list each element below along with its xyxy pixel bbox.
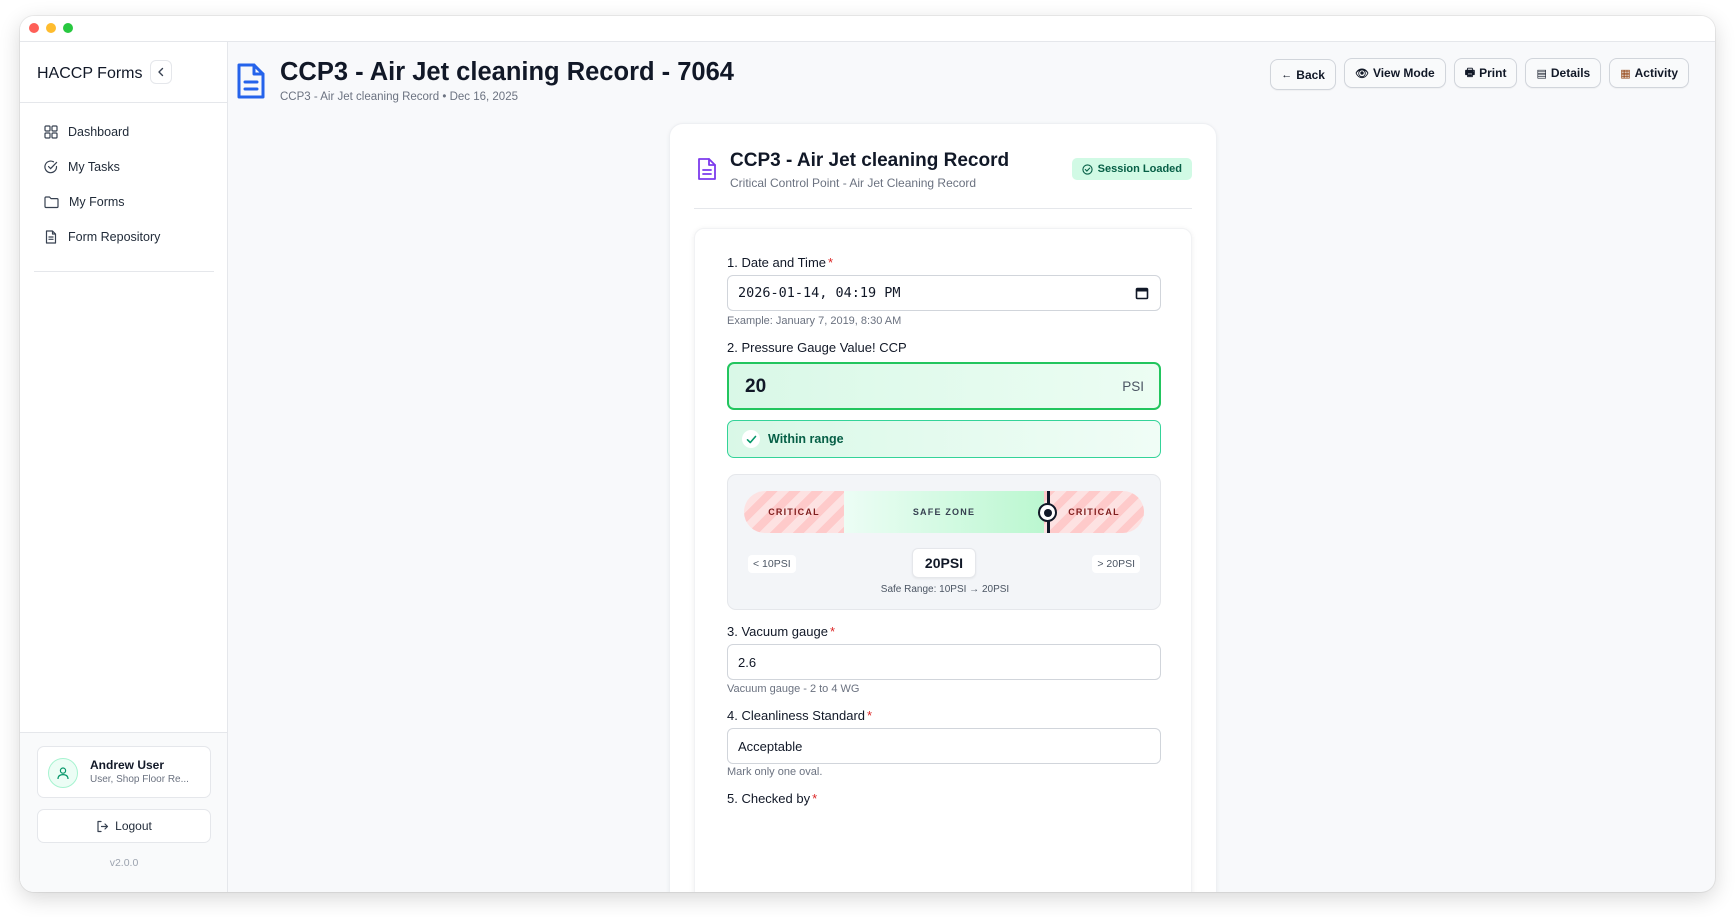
user-icon: [57, 767, 69, 780]
sidebar-item-form-repository[interactable]: Form Repository: [34, 219, 214, 254]
sidebar: HACCP Forms Dashboard My Tasks My Forms …: [20, 42, 228, 892]
app-version: v2.0.0: [109, 857, 139, 869]
sidebar-item-label: Form Repository: [68, 229, 161, 244]
sidebar-item-label: My Tasks: [68, 159, 120, 174]
grid-icon: [44, 124, 58, 139]
form-fields-panel: 1. Date and Time * 2026-01-14, 04:19 PM E…: [694, 228, 1192, 892]
document-icon: [236, 62, 266, 105]
collapse-sidebar-button[interactable]: [150, 60, 172, 84]
page-title: CCP3 - Air Jet cleaning Record - 7064: [280, 58, 734, 86]
check-icon: [742, 430, 760, 448]
pressure-input[interactable]: 20 PSI: [727, 362, 1161, 410]
question-label-date-time: 1. Date and Time *: [727, 255, 834, 270]
range-status-banner: Within range: [727, 420, 1161, 458]
details-button[interactable]: ▤ Details: [1525, 58, 1602, 88]
app-window: HACCP Forms Dashboard My Tasks My Forms …: [20, 16, 1715, 892]
minimize-window-icon[interactable]: [46, 23, 56, 33]
pressure-value: 20: [745, 376, 767, 397]
vacuum-gauge-input[interactable]: 2.6: [727, 644, 1161, 680]
form-card: CCP3 - Air Jet cleaning Record Critical …: [669, 123, 1217, 892]
gauge-min-label: < 10PSI: [748, 555, 796, 573]
sidebar-divider: [20, 102, 227, 103]
eye-icon: 👁: [1354, 67, 1369, 80]
gauge-current-value: 20PSI: [912, 548, 976, 578]
sidebar-item-dashboard[interactable]: Dashboard: [34, 114, 214, 149]
print-button[interactable]: 🖶 Print: [1453, 58, 1518, 88]
sidebar-footer: Andrew User User, Shop Floor Re... Logou…: [20, 732, 227, 892]
window-titlebar: [20, 16, 1715, 42]
activity-icon: ▦: [1620, 67, 1631, 80]
safe-zone: SAFE ZONE: [844, 491, 1044, 533]
sidebar-item-label: Dashboard: [68, 124, 130, 139]
user-name: Andrew User: [90, 758, 165, 772]
gauge-safe-range: Safe Range: 10PSI → 20PSI: [880, 584, 1010, 595]
gauge-marker-knob: [1038, 503, 1057, 522]
calendar-icon[interactable]: [1135, 286, 1149, 300]
form-title: CCP3 - Air Jet cleaning Record: [730, 150, 1010, 171]
session-status-badge: Session Loaded: [1071, 158, 1192, 180]
check-circle-icon: [1082, 163, 1093, 175]
date-time-input[interactable]: 2026-01-14, 04:19 PM: [727, 275, 1161, 311]
sidebar-item-my-forms[interactable]: My Forms: [34, 184, 214, 219]
form-document-icon: [697, 157, 717, 186]
folder-icon: [44, 195, 59, 208]
required-marker: *: [829, 624, 836, 639]
user-card[interactable]: Andrew User User, Shop Floor Re...: [37, 746, 211, 798]
question-label-checked-by: 5. Checked by *: [727, 791, 818, 806]
back-button[interactable]: ← Back: [1270, 59, 1336, 90]
required-marker: *: [828, 255, 834, 270]
logout-button[interactable]: Logout: [37, 809, 211, 843]
chevron-left-icon: [158, 67, 164, 77]
avatar: [48, 758, 78, 788]
question-label-pressure: 2. Pressure Gauge Value! CCP: [727, 340, 907, 355]
sidebar-item-label: My Forms: [69, 194, 125, 209]
maximize-window-icon[interactable]: [63, 23, 73, 33]
close-window-icon[interactable]: [29, 23, 39, 33]
activity-button[interactable]: ▦ Activity: [1609, 58, 1689, 88]
cleanliness-hint: Mark only one oval.: [727, 766, 823, 778]
gauge-max-label: > 20PSI: [1092, 555, 1140, 573]
document-icon: [45, 229, 57, 244]
logout-label: Logout: [115, 819, 152, 833]
critical-high-zone: CRITICAL: [1044, 491, 1144, 533]
check-circle-icon: [44, 160, 58, 173]
sidebar-nav: Dashboard My Tasks My Forms Form Reposit…: [34, 114, 214, 254]
printer-icon: 🖶: [1464, 66, 1476, 79]
gauge-bar: CRITICAL SAFE ZONE CRITICAL: [744, 491, 1144, 533]
range-status-text: Within range: [768, 432, 844, 446]
form-subtitle: Critical Control Point - Air Jet Cleanin…: [730, 176, 977, 190]
pressure-unit: PSI: [1122, 379, 1144, 394]
form-header-divider: [694, 208, 1192, 209]
arrow-left-icon: ←: [1281, 68, 1293, 81]
critical-low-zone: CRITICAL: [744, 491, 844, 533]
question-label-vacuum: 3. Vacuum gauge *: [727, 624, 836, 639]
page-subtitle: CCP3 - Air Jet cleaning Record • Dec 16,…: [280, 91, 518, 103]
brand-title: HACCP Forms: [37, 65, 143, 82]
vacuum-gauge-hint: Vacuum gauge - 2 to 4 WG: [727, 683, 860, 695]
required-marker: *: [867, 708, 873, 723]
cleanliness-standard-input[interactable]: Acceptable: [727, 728, 1161, 764]
user-role: User, Shop Floor Re...: [90, 774, 189, 785]
sidebar-item-my-tasks[interactable]: My Tasks: [34, 149, 214, 184]
pressure-gauge: CRITICAL SAFE ZONE CRITICAL < 10PSI 20PS…: [727, 474, 1161, 610]
details-icon: ▤: [1536, 67, 1547, 80]
header-actions: ← Back 👁 View Mode 🖶 Print ▤ Details ▦ Activi…: [1270, 58, 1689, 90]
date-time-hint: Example: January 7, 2019, 8:30 AM: [727, 315, 902, 327]
question-label-cleanliness: 4. Cleanliness Standard *: [727, 708, 873, 723]
logout-icon: [97, 820, 109, 832]
view-mode-button[interactable]: 👁 View Mode: [1343, 58, 1446, 88]
nav-divider: [34, 271, 214, 272]
required-marker: *: [812, 791, 818, 806]
